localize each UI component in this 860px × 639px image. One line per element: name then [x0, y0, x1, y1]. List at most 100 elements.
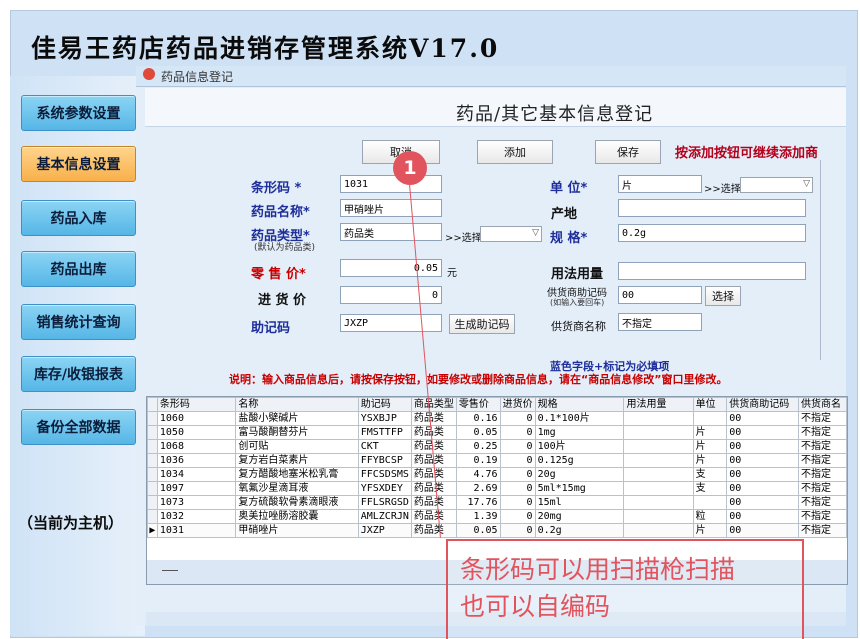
- table-row[interactable]: ▶ 1031 甲硝唑片 JXZP 药品类 0.05 0 0.2g 片 00 不指定: [147, 523, 847, 538]
- column-header[interactable]: 供货商名: [798, 397, 847, 412]
- column-header[interactable]: 条形码: [156, 397, 237, 412]
- table-cell[interactable]: 15ml: [534, 495, 625, 510]
- table-cell[interactable]: 富马酸酮替芬片: [235, 425, 359, 440]
- column-header[interactable]: 供货商助记码: [726, 397, 800, 412]
- table-cell[interactable]: 奥美拉唑肠溶胶囊: [235, 509, 359, 524]
- table-cell[interactable]: 00: [726, 495, 800, 510]
- table-cell[interactable]: 17.76: [455, 495, 501, 510]
- table-cell[interactable]: YFSXDEY: [357, 481, 412, 496]
- table-cell[interactable]: JXZP: [357, 523, 412, 538]
- table-cell[interactable]: 盐酸小檗碱片: [235, 411, 359, 426]
- sidebar-item-stock-in[interactable]: 药品入库: [21, 200, 136, 236]
- table-cell[interactable]: 1068: [156, 439, 237, 454]
- table-cell[interactable]: 创可贴: [235, 439, 359, 454]
- table-cell[interactable]: 支: [692, 467, 728, 482]
- table-cell[interactable]: 复方醋酸地塞米松乳膏: [235, 467, 359, 482]
- table-cell[interactable]: 片: [692, 439, 728, 454]
- sidebar-item-basic-info[interactable]: 基本信息设置: [21, 146, 136, 182]
- table-cell[interactable]: 0.1*100片: [534, 411, 625, 426]
- row-selector[interactable]: [147, 509, 158, 524]
- table-cell[interactable]: 0.19: [455, 453, 501, 468]
- table-cell[interactable]: 药品类: [410, 411, 457, 426]
- table-cell[interactable]: 药品类: [410, 439, 457, 454]
- column-header[interactable]: 单位: [692, 397, 728, 412]
- table-cell[interactable]: 0.25: [455, 439, 501, 454]
- generate-mnemonic-button[interactable]: 生成助记码: [449, 314, 515, 334]
- table-cell[interactable]: 0: [499, 411, 536, 426]
- table-cell[interactable]: [623, 523, 694, 538]
- table-cell[interactable]: 药品类: [410, 495, 457, 510]
- table-cell[interactable]: 氧氟沙星滴耳液: [235, 481, 359, 496]
- table-cell[interactable]: 0: [499, 481, 536, 496]
- column-header[interactable]: 商品类型: [410, 397, 457, 412]
- table-cell[interactable]: 不指定: [798, 439, 847, 454]
- table-cell[interactable]: 药品类: [410, 523, 457, 538]
- table-cell[interactable]: 20g: [534, 467, 625, 482]
- table-cell[interactable]: 1031: [156, 523, 237, 538]
- table-cell[interactable]: 片: [692, 425, 728, 440]
- table-cell[interactable]: [623, 481, 694, 496]
- table-cell[interactable]: 药品类: [410, 509, 457, 524]
- table-cell[interactable]: 00: [726, 523, 800, 538]
- table-cell[interactable]: 不指定: [798, 453, 847, 468]
- table-cell[interactable]: 1060: [156, 411, 237, 426]
- table-cell[interactable]: [692, 411, 728, 426]
- table-cell[interactable]: 甲硝唑片: [235, 523, 359, 538]
- table-cell[interactable]: FMSTTFP: [357, 425, 412, 440]
- table-cell[interactable]: [692, 495, 728, 510]
- column-header[interactable]: 规格: [534, 397, 625, 412]
- table-cell[interactable]: 不指定: [798, 467, 847, 482]
- table-cell[interactable]: 药品类: [410, 481, 457, 496]
- current-row-indicator-icon[interactable]: ▶: [147, 523, 158, 538]
- table-cell[interactable]: [623, 453, 694, 468]
- drug-type-input[interactable]: 药品类: [340, 223, 442, 241]
- table-cell[interactable]: 0: [499, 495, 536, 510]
- table-row[interactable]: 1034 复方醋酸地塞米松乳膏 FFCSDSMS 药品类 4.76 0 20g 支 00 不指定: [147, 467, 847, 482]
- drug-grid[interactable]: 条形码 名称 助记码 商品类型 零售价 进货价 规格 用法用量 单位 供货商助记码 供货商名 106…: [146, 396, 848, 563]
- table-cell[interactable]: 5ml*15mg: [534, 481, 625, 496]
- table-cell[interactable]: 00: [726, 467, 800, 482]
- table-cell[interactable]: 0: [499, 509, 536, 524]
- table-cell[interactable]: 00: [726, 453, 800, 468]
- row-selector[interactable]: [147, 481, 158, 496]
- table-cell[interactable]: 4.76: [455, 467, 501, 482]
- table-cell[interactable]: [623, 425, 694, 440]
- table-cell[interactable]: 不指定: [798, 481, 847, 496]
- row-selector[interactable]: [147, 411, 158, 426]
- column-header[interactable]: 助记码: [357, 397, 412, 412]
- table-cell[interactable]: FFLSRGSD: [357, 495, 412, 510]
- table-cell[interactable]: 复方硫酸软骨素滴眼液: [235, 495, 359, 510]
- drug-name-input[interactable]: 甲硝唑片: [340, 199, 442, 217]
- table-cell[interactable]: 1.39: [455, 509, 501, 524]
- column-header[interactable]: 零售价: [455, 397, 501, 412]
- row-selector[interactable]: [147, 439, 158, 454]
- table-cell[interactable]: 0: [499, 425, 536, 440]
- table-row[interactable]: 1060盐酸小檗碱片YSXBJP药品类0.1600.1*100片 00不指定: [147, 411, 847, 426]
- mnemonic-input[interactable]: JXZP: [340, 314, 442, 332]
- sidebar-item-sales-stats[interactable]: 销售统计查询: [21, 304, 136, 340]
- origin-input[interactable]: [618, 199, 806, 217]
- table-cell[interactable]: FFCSDSMS: [357, 467, 412, 482]
- sidebar-item-backup[interactable]: 备份全部数据: [21, 409, 136, 445]
- table-cell[interactable]: 100片: [534, 439, 625, 454]
- table-cell[interactable]: AMLZCRJN: [357, 509, 412, 524]
- table-cell[interactable]: 2.69: [455, 481, 501, 496]
- table-cell[interactable]: 支: [692, 481, 728, 496]
- table-row[interactable]: 1050 富马酸酮替芬片 FMSTTFP 药品类 0.05 0 1mg 片 00 不指定: [147, 425, 847, 440]
- table-cell[interactable]: 不指定: [798, 411, 847, 426]
- table-cell[interactable]: FFYBCSP: [357, 453, 412, 468]
- table-cell[interactable]: 1073: [156, 495, 237, 510]
- table-cell[interactable]: 0: [499, 467, 536, 482]
- row-selector[interactable]: [147, 467, 158, 482]
- column-header[interactable]: 名称: [235, 397, 359, 412]
- row-selector[interactable]: [147, 425, 158, 440]
- table-cell[interactable]: 20mg: [534, 509, 625, 524]
- table-cell[interactable]: 0.05: [455, 523, 501, 538]
- table-cell[interactable]: 1050: [156, 425, 237, 440]
- table-cell[interactable]: 00: [726, 411, 800, 426]
- table-cell[interactable]: 0: [499, 453, 536, 468]
- sidebar-item-system-params[interactable]: 系统参数设置: [21, 95, 136, 131]
- table-cell[interactable]: [623, 467, 694, 482]
- column-header[interactable]: 用法用量: [623, 397, 694, 412]
- table-cell[interactable]: 0: [499, 523, 536, 538]
